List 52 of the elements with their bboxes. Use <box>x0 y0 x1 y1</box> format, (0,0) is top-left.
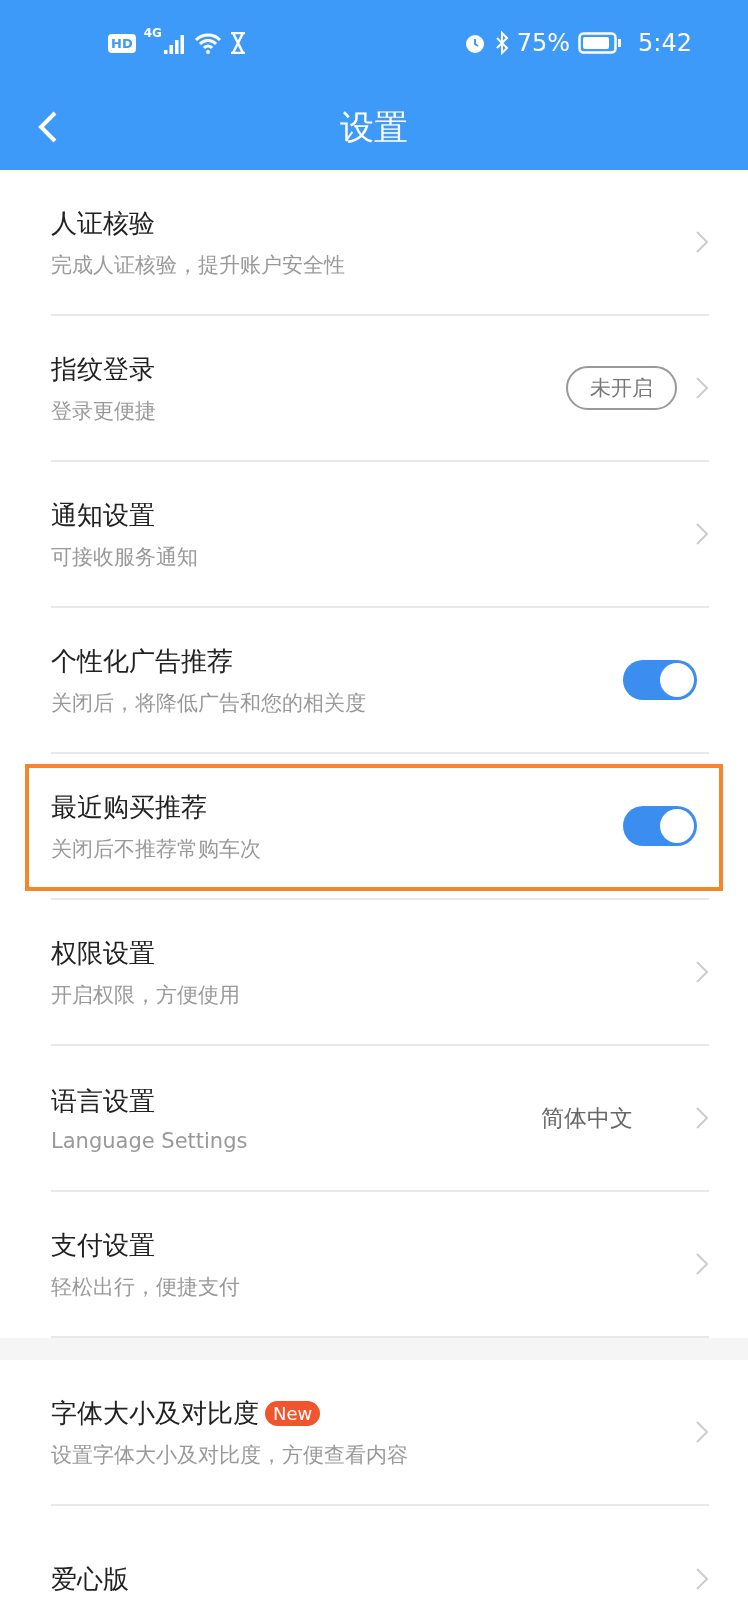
row-subtitle: 可接收服务通知 <box>51 543 199 571</box>
chevron-icon <box>695 1106 709 1130</box>
clock-time: 5:42 <box>638 29 692 57</box>
row-subtitle: 登录更便捷 <box>51 397 157 425</box>
row-title: 通知设置 <box>51 498 155 532</box>
settings-row[interactable]: 爱心版 <box>51 1506 709 1600</box>
hd-badge: HD <box>108 33 136 53</box>
bluetooth-icon <box>494 31 509 55</box>
back-icon[interactable] <box>36 110 58 144</box>
signal-icon <box>163 32 186 54</box>
settings-row[interactable]: 通知设置 可接收服务通知 <box>51 462 709 608</box>
settings-row[interactable]: 语言设置 Language Settings 简体中文 <box>51 1046 709 1192</box>
row-title: 字体大小及对比度 <box>51 1396 259 1430</box>
page-title: 设置 <box>340 106 408 149</box>
chevron-icon <box>695 1420 709 1444</box>
row-subtitle: 关闭后，将降低广告和您的相关度 <box>51 689 367 717</box>
row-title: 个性化广告推荐 <box>51 644 233 678</box>
row-title: 指纹登录 <box>51 352 155 386</box>
chevron-icon <box>695 522 709 546</box>
battery-icon <box>578 31 623 55</box>
chevron-icon <box>695 1567 709 1591</box>
row-title: 权限设置 <box>51 936 155 970</box>
settings-row[interactable]: 个性化广告推荐 关闭后，将降低广告和您的相关度 <box>51 608 709 754</box>
new-tag: New <box>265 1400 321 1426</box>
settings-row[interactable]: 指纹登录 登录更便捷 未开启 <box>51 316 709 462</box>
chevron-icon <box>695 230 709 254</box>
chevron-icon <box>695 960 709 984</box>
value-text: 简体中文 <box>541 1103 633 1133</box>
row-subtitle: 关闭后不推荐常购车次 <box>51 835 262 863</box>
row-subtitle: 开启权限，方便使用 <box>51 981 241 1009</box>
status-pill: 未开启 <box>566 366 677 410</box>
row-subtitle: 设置字体大小及对比度，方便查看内容 <box>51 1441 409 1469</box>
row-subtitle: 完成人证核验，提升账户安全性 <box>51 251 346 279</box>
settings-row[interactable]: 字体大小及对比度 New 设置字体大小及对比度，方便查看内容 <box>51 1360 709 1506</box>
row-subtitle: Language Settings <box>51 1128 249 1153</box>
row-title: 支付设置 <box>51 1228 155 1262</box>
battery-percent: 75% <box>516 29 571 57</box>
chevron-icon <box>695 376 709 400</box>
row-title: 语言设置 <box>51 1084 155 1118</box>
hourglass-icon <box>229 32 246 54</box>
chevron-icon <box>695 1252 709 1276</box>
toggle-switch[interactable] <box>623 806 697 846</box>
settings-row[interactable]: 人证核验 完成人证核验，提升账户安全性 <box>51 170 709 316</box>
settings-row[interactable]: 权限设置 开启权限，方便使用 <box>51 900 709 1046</box>
toggle-switch[interactable] <box>623 660 697 700</box>
row-title: 爱心版 <box>51 1562 129 1596</box>
wifi-icon <box>193 32 222 54</box>
network-type: 4G <box>143 26 162 40</box>
row-title: 人证核验 <box>51 206 155 240</box>
settings-row[interactable]: 最近购买推荐 关闭后不推荐常购车次 <box>51 754 709 900</box>
row-title: 最近购买推荐 <box>51 790 207 824</box>
row-subtitle: 轻松出行，便捷支付 <box>51 1273 241 1301</box>
